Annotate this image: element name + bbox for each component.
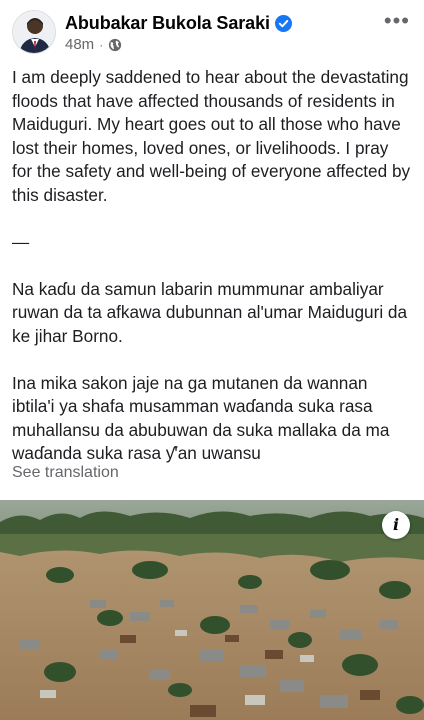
facebook-post: Abubakar Bukola Saraki 48m · ••• I am de…	[0, 0, 424, 720]
post-paragraph-hausa-1: Na kaɗu da samun labarin mummunar ambali…	[12, 278, 408, 346]
post-paragraph-dash: —	[12, 231, 30, 252]
post-header: Abubakar Bukola Saraki 48m · •••	[12, 10, 416, 60]
post-paragraph-english: I am deeply saddened to hear about the d…	[12, 67, 411, 205]
verified-badge-icon	[274, 15, 292, 32]
author-name[interactable]: Abubakar Bukola Saraki	[65, 13, 270, 34]
author-avatar[interactable]	[12, 10, 56, 54]
post-body: I am deeply saddened to hear about the d…	[12, 66, 412, 466]
photo-info-button[interactable]: i	[382, 511, 410, 539]
globe-icon	[108, 38, 122, 52]
flood-aerial-image	[0, 500, 424, 720]
post-timestamp[interactable]: 48m	[65, 36, 94, 53]
author-meta: Abubakar Bukola Saraki 48m ·	[65, 13, 292, 53]
see-translation-link[interactable]: See translation	[12, 464, 119, 482]
meta-separator: ·	[99, 37, 104, 52]
post-photo[interactable]	[0, 500, 424, 720]
post-paragraph-hausa-2: Ina mika sakon jaje na ga mutanen da wan…	[12, 372, 390, 464]
more-options-button[interactable]: •••	[384, 10, 410, 32]
